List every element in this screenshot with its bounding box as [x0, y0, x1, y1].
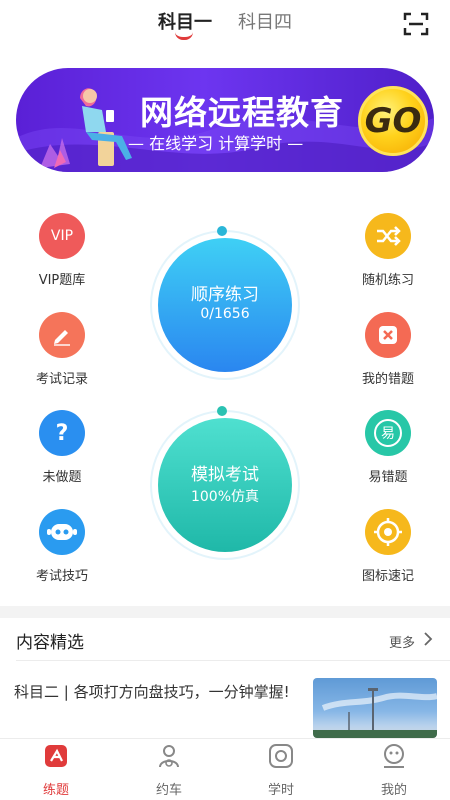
thumbnail-scene: [313, 688, 437, 738]
section-divider: [0, 606, 450, 618]
nav-label: 学时: [267, 783, 294, 798]
go-button[interactable]: GO: [358, 86, 428, 156]
feature-my-mistakes[interactable]: 我的错题: [343, 312, 433, 387]
feature-label: 未做题: [42, 470, 82, 485]
student-illustration: [40, 88, 132, 168]
sequential-practice-button[interactable]: 顺序练习 0/1656: [150, 226, 300, 380]
wrong-icon: [365, 312, 411, 358]
progress-ring: [150, 230, 300, 380]
feature-undone[interactable]: ? 未做题: [17, 410, 107, 485]
section-title: 内容精选: [16, 633, 84, 653]
feature-label: 考试技巧: [35, 569, 88, 584]
mock-exam-subtitle: 100%仿真: [190, 489, 260, 505]
progress-dot: [217, 226, 227, 236]
feature-vip-bank[interactable]: VIP VIP题库: [17, 213, 107, 288]
feature-label: 易错题: [368, 470, 408, 485]
pencil-icon: [39, 312, 85, 358]
tab-indicator: [175, 32, 193, 40]
feature-label: 考试记录: [35, 372, 88, 387]
mock-exam-button[interactable]: 模拟考试 100%仿真: [150, 406, 300, 560]
nav-book-car[interactable]: 约车: [139, 743, 199, 798]
banner-subtitle: — 在线学习 计算学时 —: [128, 134, 304, 153]
feature-easy-wrong[interactable]: 易 易错题: [343, 410, 433, 485]
sequential-practice-progress: 0/1656: [200, 306, 250, 322]
feature-label: 我的错题: [361, 372, 414, 387]
mock-exam-title: 模拟考试: [191, 465, 259, 485]
tab-subject-one[interactable]: 科目一: [158, 8, 212, 34]
vip-icon: VIP: [39, 213, 85, 259]
nav-label: 约车: [155, 783, 182, 798]
exam-ring: [150, 410, 300, 560]
feature-icon-memo[interactable]: 图标速记: [343, 509, 433, 584]
feature-random-practice[interactable]: 随机练习: [343, 213, 433, 288]
top-bar: 科目一 科目四: [0, 0, 450, 50]
nav-hours[interactable]: 学时: [251, 743, 311, 798]
easy-wrong-icon: 易: [365, 410, 411, 456]
section-separator: [16, 660, 450, 661]
profile-icon: [384, 744, 404, 768]
scan-icon[interactable]: [403, 12, 429, 36]
article-thumbnail[interactable]: [313, 678, 437, 738]
promo-banner[interactable]: 网络远程教育 — 在线学习 计算学时 — GO: [16, 68, 434, 172]
feature-label: 图标速记: [361, 569, 414, 584]
more-link[interactable]: 更多: [389, 632, 415, 651]
nav-label: 练题: [42, 783, 69, 798]
clock-icon: [269, 744, 293, 768]
practice-icon: [45, 745, 67, 767]
nav-practice[interactable]: 练题: [26, 743, 86, 798]
chevron-right-icon[interactable]: [422, 631, 434, 647]
nav-profile[interactable]: 我的: [364, 743, 424, 798]
shuffle-icon: [365, 213, 411, 259]
feature-label: 随机练习: [361, 273, 414, 288]
sequential-practice-title: 顺序练习: [191, 285, 259, 305]
exam-dot: [217, 406, 227, 416]
driver-icon: [159, 745, 179, 768]
target-icon: [365, 509, 411, 555]
feature-exam-tips[interactable]: 考试技巧: [17, 509, 107, 584]
bottom-nav: 练题 约车 学时 我的: [0, 738, 450, 800]
feature-exam-record[interactable]: 考试记录: [17, 312, 107, 387]
nav-label: 我的: [380, 783, 407, 798]
robot-icon: [39, 509, 85, 555]
feature-label: VIP题库: [38, 273, 86, 288]
article-title[interactable]: 科目二 | 各项打方向盘技巧，一分钟掌握!: [14, 680, 300, 704]
banner-title: 网络远程教育: [140, 93, 344, 132]
question-icon: ?: [39, 410, 85, 456]
tab-subject-four[interactable]: 科目四: [238, 8, 292, 34]
